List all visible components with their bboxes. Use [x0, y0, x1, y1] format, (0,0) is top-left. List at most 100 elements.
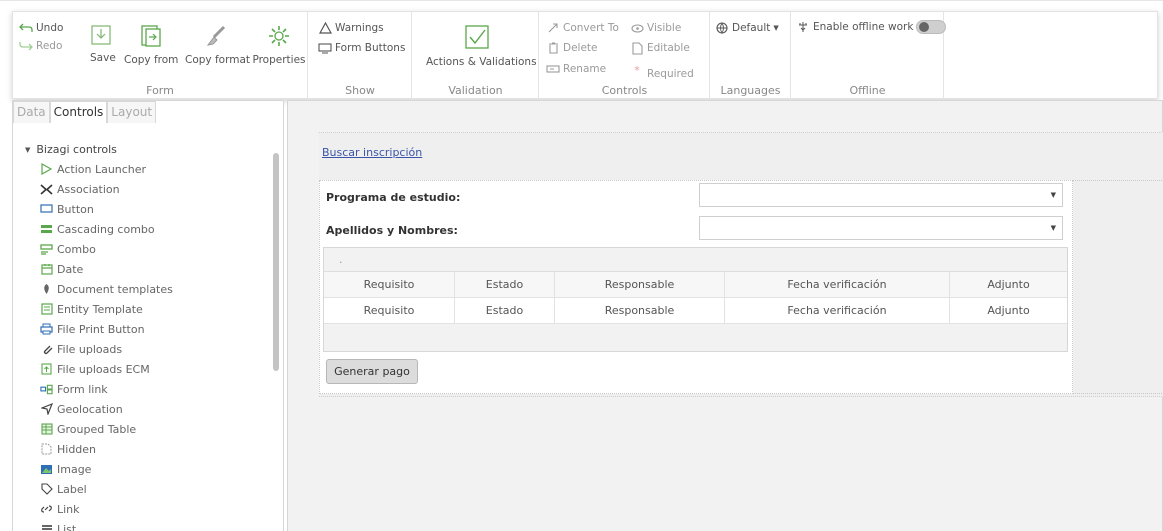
tree-item-combo[interactable]: Combo	[40, 241, 96, 257]
tree-item-association[interactable]: Association	[40, 181, 120, 197]
copy-format-label: Copy format	[185, 54, 251, 66]
image-icon	[40, 463, 53, 475]
column-header-estado[interactable]: Estado	[455, 272, 555, 297]
undo-label: Undo	[36, 22, 64, 34]
printer-icon	[40, 323, 53, 335]
undo-button[interactable]: Undo	[19, 22, 63, 34]
grid-footer	[324, 324, 1067, 351]
tree-item-button[interactable]: Button	[40, 201, 94, 217]
delete-label: Delete	[563, 42, 598, 54]
convert-to-button[interactable]: Convert To	[546, 22, 619, 34]
group-label-validation: Validation	[448, 84, 503, 97]
visible-label: Visible	[647, 22, 682, 34]
grid-toolbar-text: .	[339, 253, 343, 266]
required-asterisk-icon: *	[634, 64, 640, 77]
eye-icon	[630, 22, 644, 34]
tree-item-label-control[interactable]: Label	[40, 481, 87, 497]
tree-item-file-uploads[interactable]: File uploads	[40, 341, 122, 357]
tree-root-bizagi-controls[interactable]: ▼ Bizagi controls	[25, 143, 117, 156]
table-cell: Adjunto	[987, 304, 1030, 317]
combo-icon	[40, 243, 53, 255]
convert-to-label: Convert To	[563, 22, 619, 34]
programa-label: Programa de estudio:	[326, 191, 461, 204]
tree-item-file-uploads-ecm[interactable]: File uploads ECM	[40, 361, 150, 377]
tree-item-entity-template[interactable]: Entity Template	[40, 301, 143, 317]
apellidos-combo[interactable]: ▼	[699, 216, 1063, 240]
rename-button[interactable]: Rename	[546, 63, 606, 75]
delete-button[interactable]: Delete	[546, 42, 598, 54]
redo-button[interactable]: Redo	[19, 40, 62, 52]
tab-controls[interactable]: Controls	[49, 101, 108, 123]
column-header-requisito[interactable]: Requisito	[324, 272, 455, 297]
tree-item-label: Label	[57, 482, 87, 496]
empty-layout-column	[1073, 180, 1163, 394]
checkbox-check-icon	[465, 25, 489, 49]
tree-item-label: List	[57, 522, 77, 531]
ribbon-group-form: Undo Redo Save Copy from Copy format Pro…	[13, 12, 308, 100]
table-cell: Fecha verificación	[725, 298, 950, 323]
tree-item-geolocation[interactable]: Geolocation	[40, 401, 123, 417]
chevron-down-icon: ▼	[773, 24, 779, 32]
link-icon	[40, 503, 53, 515]
tree-item-date[interactable]: Date	[40, 261, 83, 277]
properties-button[interactable]: Properties	[251, 24, 307, 66]
document-template-icon	[40, 283, 53, 295]
group-label-controls: Controls	[601, 84, 648, 97]
form-buttons-button[interactable]: Form Buttons	[318, 42, 405, 54]
warning-triangle-icon	[318, 22, 332, 34]
ribbon-group-controls: Convert To Delete Rename Visible Editabl…	[540, 12, 710, 100]
actions-validations-label: Actions & Validations	[426, 56, 537, 68]
tree-item-file-print-button[interactable]: File Print Button	[40, 321, 145, 337]
column-header-adjunto[interactable]: Adjunto	[950, 272, 1067, 297]
form-designer-window: Undo Redo Save Copy from Copy format Pro…	[0, 0, 1163, 531]
group-label-form: Form	[146, 84, 174, 97]
actions-validations-button[interactable]: Actions & Validations	[426, 24, 537, 68]
tree-item-grouped-table[interactable]: Grouped Table	[40, 421, 136, 437]
tab-layout[interactable]: Layout	[107, 101, 157, 123]
tree-item-cascading-combo[interactable]: Cascading combo	[40, 221, 155, 237]
globe-icon	[715, 22, 729, 34]
tab-data[interactable]: Data	[13, 101, 50, 123]
save-button[interactable]: Save	[90, 24, 116, 64]
enable-offline-toggle[interactable]: Enable offline work	[796, 20, 947, 34]
form-container: Buscar inscripción Programa de estudio: …	[319, 132, 1163, 397]
grouped-table-icon	[40, 423, 53, 435]
table-row[interactable]: Requisito Estado Responsable Fecha verif…	[324, 298, 1067, 324]
panel-scrollbar[interactable]	[273, 153, 279, 371]
tree-item-image[interactable]: Image	[40, 461, 91, 477]
copy-format-button[interactable]: Copy format	[185, 24, 251, 66]
form-buttons-label: Form Buttons	[335, 42, 406, 54]
column-header-fecha-verificacion[interactable]: Fecha verificación	[725, 272, 950, 297]
copy-from-button[interactable]: Copy from	[124, 24, 178, 66]
warnings-label: Warnings	[335, 22, 384, 34]
offline-switch[interactable]	[916, 20, 947, 34]
programa-combo[interactable]: ▼	[699, 183, 1063, 207]
tree-item-form-link[interactable]: Form link	[40, 381, 108, 397]
redo-label: Redo	[36, 40, 63, 52]
list-icon	[40, 523, 53, 531]
buscar-inscripcion-link[interactable]: Buscar inscripción	[322, 146, 422, 159]
tree-item-list[interactable]: List	[40, 521, 76, 531]
language-dropdown[interactable]: Default ▼	[715, 22, 779, 34]
editable-button[interactable]: Editable	[630, 41, 690, 55]
generar-pago-button[interactable]: Generar pago	[326, 359, 418, 384]
group-label-show: Show	[345, 84, 375, 97]
tree-item-action-launcher[interactable]: Action Launcher	[40, 161, 146, 177]
tree-item-label: Image	[57, 462, 92, 476]
trash-icon	[546, 42, 560, 54]
tree-item-link[interactable]: Link	[40, 501, 80, 517]
copy-from-label: Copy from	[124, 54, 179, 66]
required-label: Required	[647, 68, 694, 80]
tree-item-document-templates[interactable]: Document templates	[40, 281, 173, 297]
tree-item-label: Date	[57, 262, 84, 276]
form-link-icon	[40, 383, 53, 395]
tree-item-hidden[interactable]: Hidden	[40, 441, 96, 457]
apellidos-label: Apellidos y Nombres:	[326, 224, 458, 237]
warnings-button[interactable]: Warnings	[318, 22, 384, 34]
visible-button[interactable]: Visible	[630, 22, 681, 34]
column-header-responsable[interactable]: Responsable	[555, 272, 725, 297]
required-button[interactable]: * Required	[630, 60, 694, 80]
ribbon-toolbar: Undo Redo Save Copy from Copy format Pro…	[12, 11, 1158, 100]
calendar-icon	[40, 263, 53, 275]
properties-label: Properties	[252, 54, 306, 66]
